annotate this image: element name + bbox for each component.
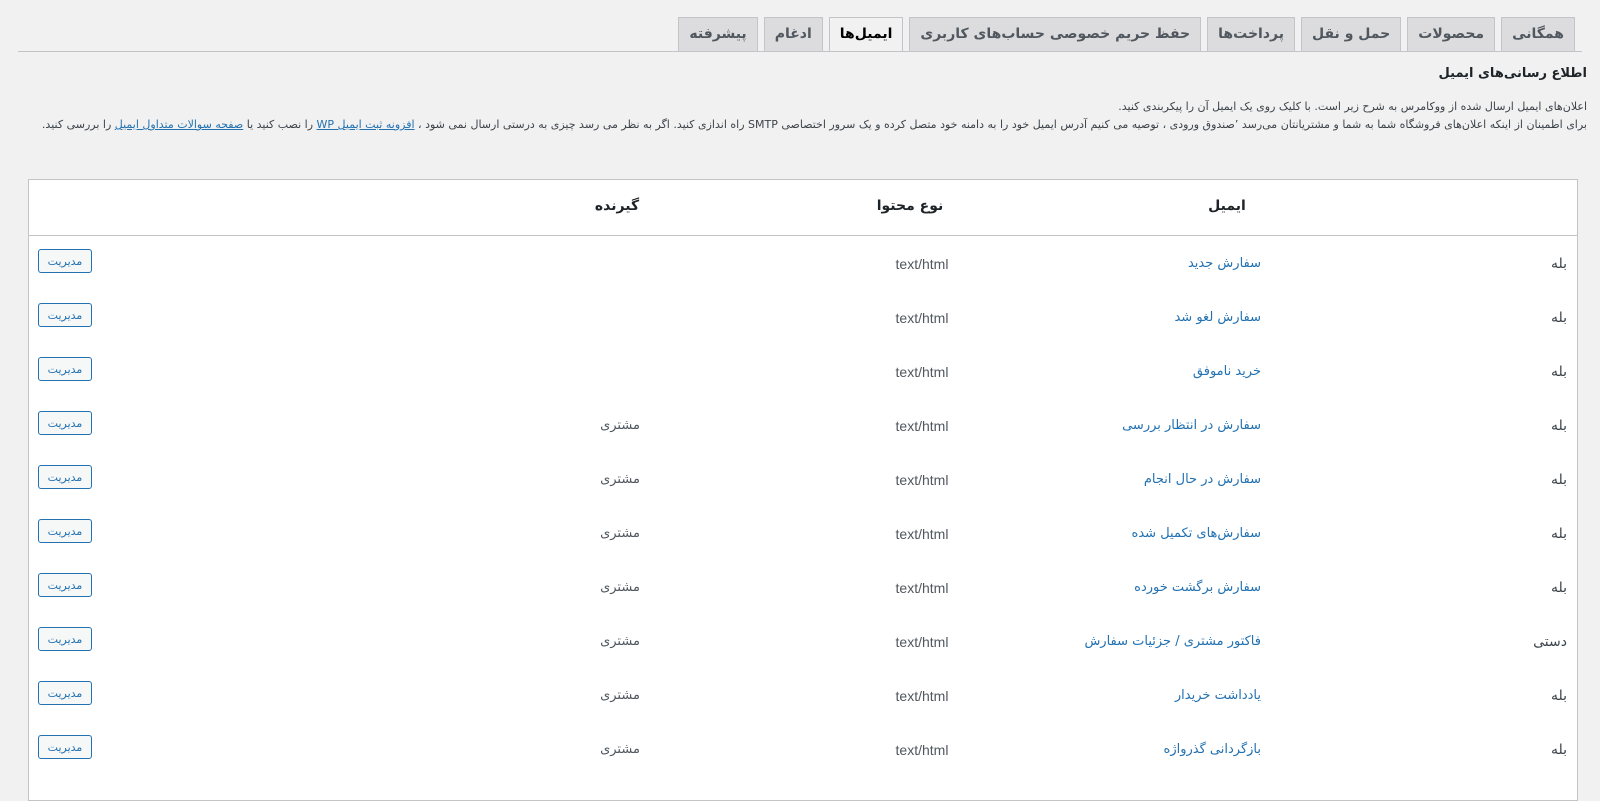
tab-payments[interactable]: پرداخت‌ها (1207, 17, 1295, 51)
table-header: ایمیل نوع محتوا گیرنده (29, 180, 1577, 236)
tabs-divider (18, 51, 1582, 52)
description-text-b: را نصب کنید یا (243, 118, 317, 131)
header-email: ایمیل (1208, 198, 1246, 214)
email-name-link[interactable]: سفارش‌های تکمیل شده (1132, 526, 1261, 541)
email-notifications-table: ایمیل نوع محتوا گیرنده بله سفارش جدید text… (28, 179, 1578, 801)
email-name-link[interactable]: فاکتور مشتری / جزئیات سفارش (1084, 634, 1261, 649)
email-name-link[interactable]: یادداشت خریدار (1175, 688, 1261, 703)
manage-button[interactable]: مدیریت (38, 303, 92, 327)
table-row: بله سفارش لغو شد text/html مدیریت (29, 290, 1577, 345)
manage-button[interactable]: مدیریت (38, 573, 92, 597)
content-type: text/html (895, 526, 949, 542)
email-enabled-status: دستی (1533, 634, 1567, 650)
email-name-link[interactable]: سفارش در حال انجام (1144, 472, 1261, 487)
table-row: بله خرید ناموفق text/html مدیریت (29, 344, 1577, 399)
description-line-1: اعلان‌های ایمیل ارسال شده از ووکامرس به … (1118, 100, 1587, 113)
description-text-c: را بررسی کنید. (41, 118, 115, 131)
content-type: text/html (895, 472, 949, 488)
section-title: اطلاع رسانی‌های ایمیل (1438, 66, 1587, 81)
table-row: بله بازگردانی گذرواژه text/html مشتری مدیریت (29, 722, 1577, 777)
tab-products[interactable]: محصولات (1407, 17, 1496, 51)
recipient: مشتری (600, 418, 640, 433)
email-name-link[interactable]: سفارش جدید (1188, 256, 1261, 271)
table-row: بله سفارش جدید text/html مدیریت (29, 236, 1577, 291)
content-type: text/html (895, 310, 949, 326)
manage-button[interactable]: مدیریت (38, 357, 92, 381)
email-name-link[interactable]: سفارش در انتظار بررسی (1122, 418, 1261, 433)
email-name-link[interactable]: سفارش لغو شد (1174, 310, 1261, 325)
section-description: اعلان‌های ایمیل ارسال شده از ووکامرس به … (33, 98, 1587, 134)
table-row: دستی فاکتور مشتری / جزئیات سفارش text/html… (29, 614, 1577, 669)
email-enabled-status: بله (1550, 418, 1567, 434)
manage-button[interactable]: مدیریت (38, 519, 92, 543)
tab-accounts-privacy[interactable]: حفظ حریم خصوصی حساب‌های کاربری (909, 17, 1202, 51)
email-enabled-status: بله (1550, 688, 1567, 704)
email-enabled-status: بله (1550, 310, 1567, 326)
settings-tabs: همگانی محصولات حمل و نقل پرداخت‌ها حفظ ح… (0, 0, 1600, 52)
email-enabled-status: بله (1550, 580, 1567, 596)
content-type: text/html (895, 688, 949, 704)
tab-advanced[interactable]: پیشرفته (678, 17, 758, 51)
content-type: text/html (895, 634, 949, 650)
table-row: بله سفارش در حال انجام text/html مشتری مدیری… (29, 452, 1577, 507)
table-row: بله سفارش برگشت خورده text/html مشتری مدیریت (29, 560, 1577, 615)
manage-button[interactable]: مدیریت (38, 681, 92, 705)
description-line-2: برای اطمینان از اینکه اعلان‌های فروشگاه … (33, 116, 1587, 134)
email-enabled-status: بله (1550, 256, 1567, 272)
header-content-type: نوع محتوا (876, 198, 944, 214)
wp-mail-logging-link[interactable]: افزونه ثبت ایمیل WP (317, 118, 415, 131)
email-name-link[interactable]: خرید ناموفق (1193, 364, 1261, 379)
tab-integration[interactable]: ادغام (763, 17, 823, 51)
tab-general[interactable]: همگانی (1501, 17, 1575, 51)
content-type: text/html (895, 364, 949, 380)
table-row: بله سفارش‌های تکمیل شده text/html مشتری مدیر… (29, 506, 1577, 561)
content-type: text/html (895, 256, 949, 272)
email-name-link[interactable]: بازگردانی گذرواژه (1164, 742, 1261, 757)
table-row: بله یادداشت خریدار text/html مشتری مدیریت (29, 668, 1577, 723)
email-enabled-status: بله (1550, 472, 1567, 488)
manage-button[interactable]: مدیریت (38, 735, 92, 759)
recipient: مشتری (600, 580, 640, 595)
content-type: text/html (895, 580, 949, 596)
email-faq-link[interactable]: صفحه سوالات متداول ایمیل (115, 118, 243, 131)
email-enabled-status: بله (1550, 526, 1567, 542)
content-type: text/html (895, 742, 949, 758)
manage-button[interactable]: مدیریت (38, 249, 92, 273)
tab-row: همگانی محصولات حمل و نقل پرداخت‌ها حفظ ح… (678, 17, 1575, 52)
manage-button[interactable]: مدیریت (38, 627, 92, 651)
recipient: مشتری (600, 472, 640, 487)
recipient: مشتری (600, 688, 640, 703)
tab-emails[interactable]: ایمیل‌ها (828, 17, 904, 52)
recipient: مشتری (600, 634, 640, 649)
manage-button[interactable]: مدیریت (38, 465, 92, 489)
email-name-link[interactable]: سفارش برگشت خورده (1134, 580, 1261, 595)
manage-button[interactable]: مدیریت (38, 411, 92, 435)
recipient: مشتری (600, 526, 640, 541)
recipient: مشتری (600, 742, 640, 757)
header-recipient: گیرنده (594, 198, 640, 214)
description-text-a: برای اطمینان از اینکه اعلان‌های فروشگاه … (414, 118, 1587, 131)
tab-shipping[interactable]: حمل و نقل (1300, 17, 1402, 51)
table-row: بله سفارش در انتظار بررسی text/html مشتری مد… (29, 398, 1577, 453)
content-type: text/html (895, 418, 949, 434)
email-enabled-status: بله (1550, 742, 1567, 758)
email-enabled-status: بله (1550, 364, 1567, 380)
